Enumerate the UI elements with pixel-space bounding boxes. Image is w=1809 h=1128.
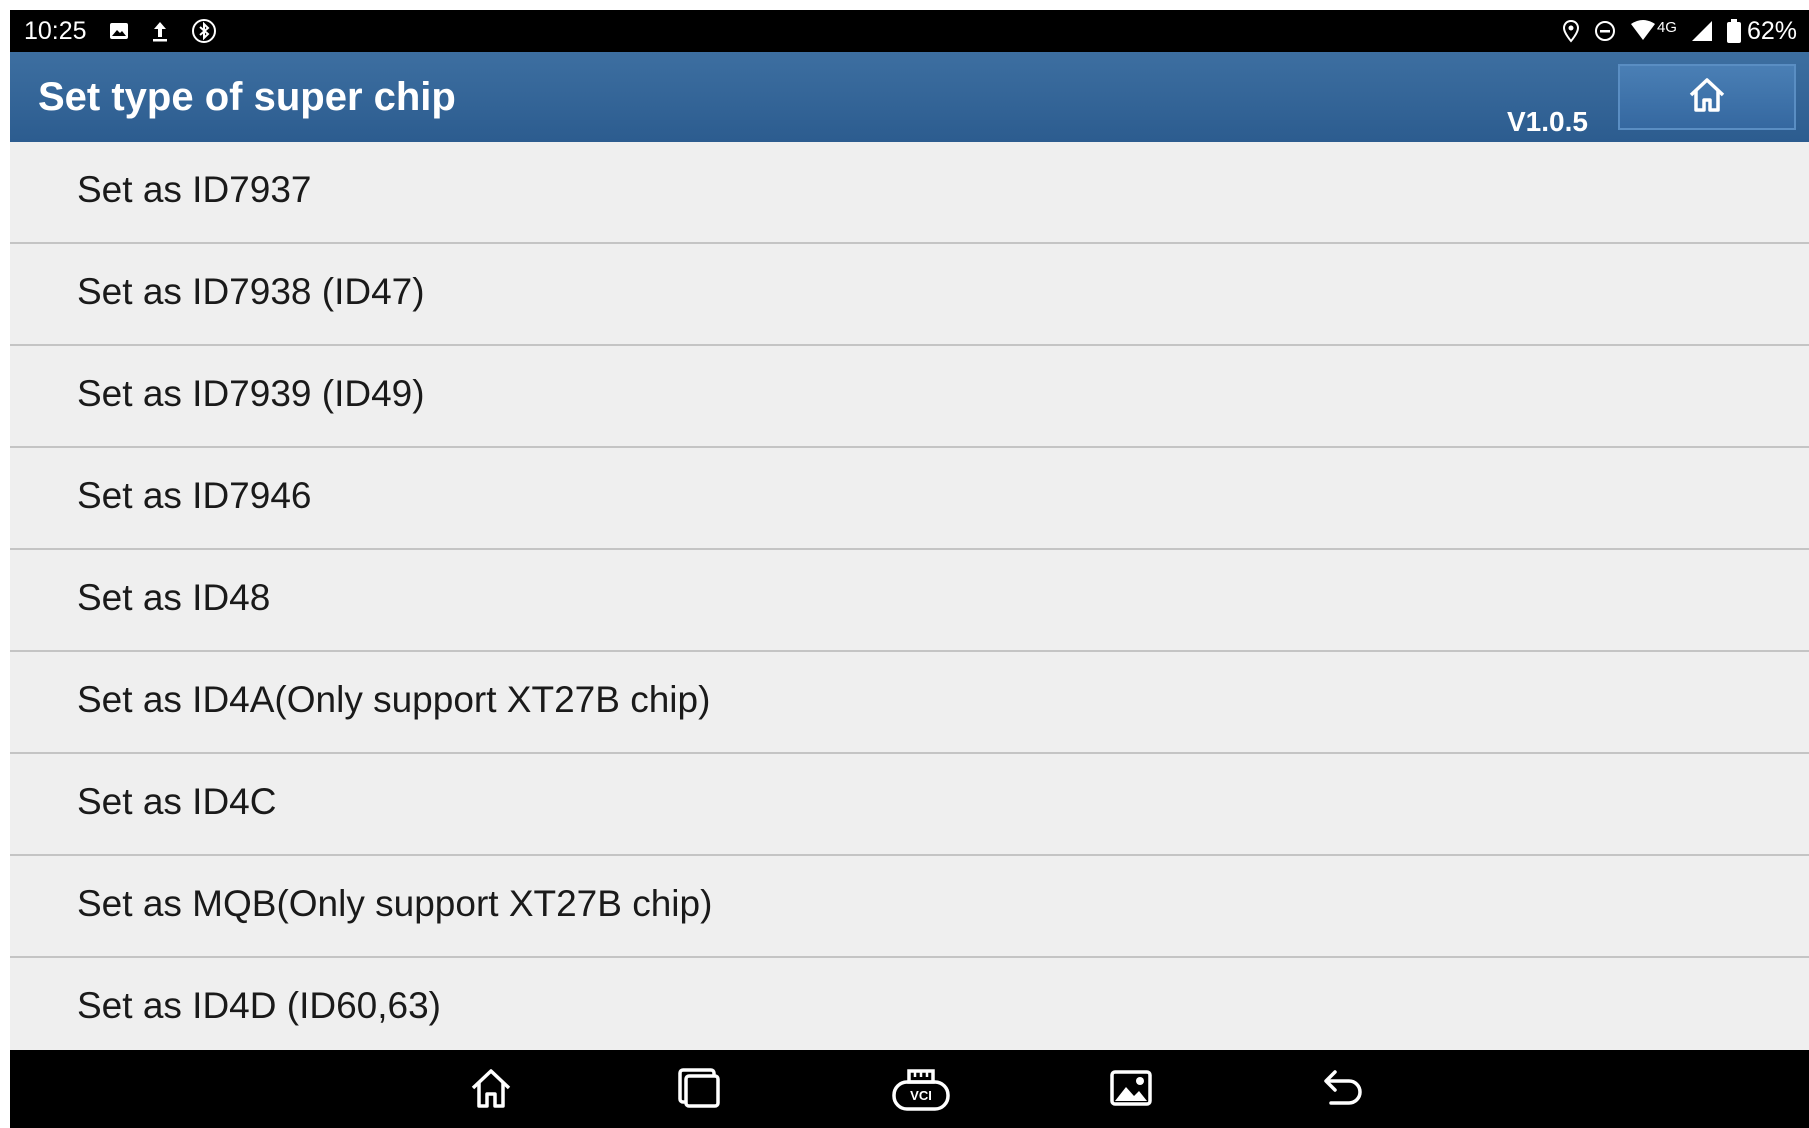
chip-option-id4d[interactable]: Set as ID4D (ID60,63) bbox=[10, 958, 1809, 1060]
chip-option-label: Set as ID7937 bbox=[77, 169, 312, 210]
chip-option-id7939[interactable]: Set as ID7939 (ID49) bbox=[10, 346, 1809, 448]
chip-option-id7946[interactable]: Set as ID7946 bbox=[10, 448, 1809, 550]
chip-option-id48[interactable]: Set as ID48 bbox=[10, 550, 1809, 652]
recent-apps-icon bbox=[676, 1066, 722, 1114]
location-icon bbox=[1562, 19, 1580, 43]
chip-option-id7937[interactable]: Set as ID7937 bbox=[10, 142, 1809, 244]
chip-option-label: Set as ID4A(Only support XT27B chip) bbox=[77, 679, 711, 720]
navigation-bar: VCI bbox=[10, 1050, 1809, 1128]
version-label: V1.0.5 bbox=[1507, 106, 1588, 137]
bluetooth-icon bbox=[191, 18, 217, 44]
chip-option-id4a[interactable]: Set as ID4A(Only support XT27B chip) bbox=[10, 652, 1809, 754]
chip-option-id7938[interactable]: Set as ID7938 (ID47) bbox=[10, 244, 1809, 346]
nav-vci-button[interactable]: VCI bbox=[886, 1064, 956, 1116]
chip-option-mqb[interactable]: Set as MQB(Only support XT27B chip) bbox=[10, 856, 1809, 958]
home-icon bbox=[1687, 76, 1727, 118]
chip-option-label: Set as ID7939 (ID49) bbox=[77, 373, 425, 414]
page-title: Set type of super chip bbox=[38, 75, 456, 119]
status-bar: 10:25 4G 62% bbox=[10, 10, 1809, 52]
vci-icon: VCI bbox=[891, 1068, 951, 1112]
chip-option-label: Set as ID4D (ID60,63) bbox=[77, 985, 441, 1026]
nav-home-button[interactable] bbox=[456, 1064, 526, 1116]
header-bar: Set type of super chip V1.0.5 bbox=[10, 52, 1809, 142]
chip-option-label: Set as ID4C bbox=[77, 781, 277, 822]
screenshot-icon bbox=[1109, 1068, 1153, 1112]
chip-type-list: Set as ID7937 Set as ID7938 (ID47) Set a… bbox=[10, 142, 1809, 1060]
chip-option-label: Set as MQB(Only support XT27B chip) bbox=[77, 883, 713, 924]
battery-percent: 62% bbox=[1746, 16, 1797, 45]
chip-option-label: Set as ID7938 (ID47) bbox=[77, 271, 425, 312]
chip-option-label: Set as ID7946 bbox=[77, 475, 312, 516]
home-icon bbox=[469, 1066, 513, 1114]
network-type: 4G bbox=[1656, 19, 1677, 36]
do-not-disturb-icon bbox=[1594, 20, 1616, 42]
wifi-icon: 4G bbox=[1630, 20, 1677, 42]
chip-option-label: Set as ID48 bbox=[77, 577, 271, 618]
nav-back-button[interactable] bbox=[1308, 1064, 1378, 1116]
gallery-icon bbox=[109, 21, 129, 41]
vci-label: VCI bbox=[910, 1088, 932, 1103]
nav-screenshot-button[interactable] bbox=[1096, 1064, 1166, 1116]
back-icon bbox=[1321, 1068, 1365, 1112]
home-button[interactable] bbox=[1618, 64, 1796, 130]
upload-icon bbox=[151, 20, 169, 42]
nav-recent-apps-button[interactable] bbox=[664, 1064, 734, 1116]
signal-icon bbox=[1691, 20, 1713, 42]
status-time: 10:25 bbox=[24, 16, 87, 45]
screen: 10:25 4G 62% Set type of super chip V1.0… bbox=[10, 10, 1809, 1128]
battery-icon: 62% bbox=[1726, 16, 1797, 46]
chip-option-id4c[interactable]: Set as ID4C bbox=[10, 754, 1809, 856]
